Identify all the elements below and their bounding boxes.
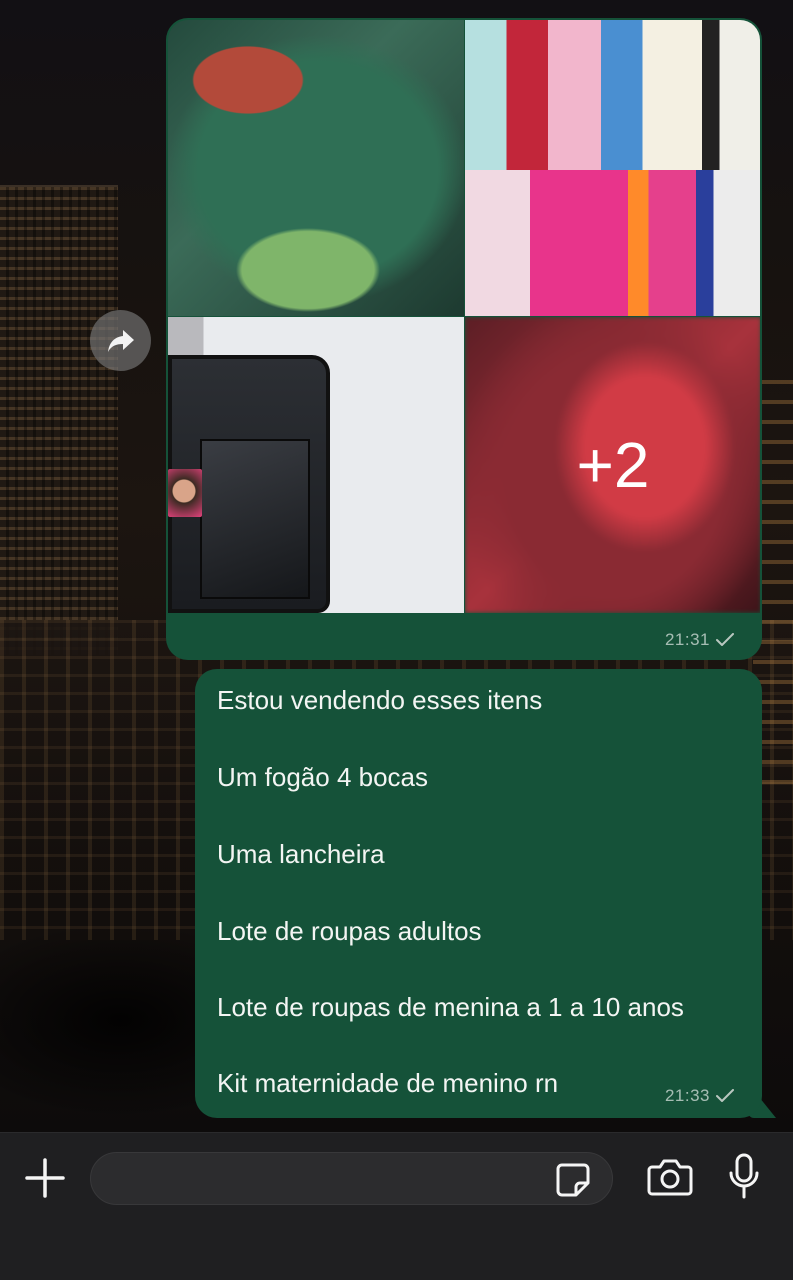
forward-button[interactable]: [90, 310, 151, 371]
microphone-icon: [729, 1153, 759, 1199]
check-icon: [716, 1089, 734, 1102]
message-line: Estou vendendo esses itens: [217, 685, 543, 715]
plus-icon: [25, 1158, 65, 1198]
photo-more[interactable]: +2: [465, 317, 760, 613]
attach-button[interactable]: [24, 1157, 66, 1199]
check-icon: [716, 633, 734, 646]
chat-screen: +2 21:31 Estou vendendo esses itens Um f…: [0, 0, 793, 1280]
camera-icon: [647, 1159, 693, 1196]
message-line: Uma lancheira: [217, 839, 385, 869]
message-input[interactable]: [111, 1161, 551, 1197]
text-message-bubble[interactable]: Estou vendendo esses itens Um fogão 4 bo…: [195, 669, 762, 1118]
photo-girls-clothes[interactable]: [465, 20, 760, 316]
wallpaper-building: [0, 185, 118, 655]
message-line: Lote de roupas adultos: [217, 916, 482, 946]
text-message-meta: 21:33: [665, 1086, 734, 1106]
forward-arrow-icon: [107, 329, 134, 352]
message-timestamp: 21:31: [664, 630, 710, 649]
sender-avatar: [168, 469, 202, 517]
photo-clothes-bag[interactable]: [168, 20, 464, 316]
stove-oven-window: [200, 439, 310, 599]
message-line: Lote de roupas de menina a 1 a 10 anos: [217, 992, 684, 1022]
extra-photos-count: +2: [576, 429, 650, 501]
photo-stove[interactable]: [168, 317, 464, 613]
camera-button[interactable]: [646, 1155, 694, 1199]
sticker-icon: [556, 1163, 590, 1197]
message-line: Um fogão 4 bocas: [217, 762, 429, 792]
media-message-meta: 21:31: [665, 630, 734, 650]
photo-grid: +2: [168, 20, 760, 613]
message-timestamp: 21:33: [664, 1086, 710, 1105]
message-line: Kit maternidade de menino rn: [217, 1068, 559, 1098]
microphone-button[interactable]: [724, 1152, 764, 1202]
sticker-button[interactable]: [553, 1160, 593, 1200]
media-message-bubble[interactable]: +2 21:31: [166, 18, 762, 660]
message-compose-field[interactable]: [90, 1152, 613, 1205]
